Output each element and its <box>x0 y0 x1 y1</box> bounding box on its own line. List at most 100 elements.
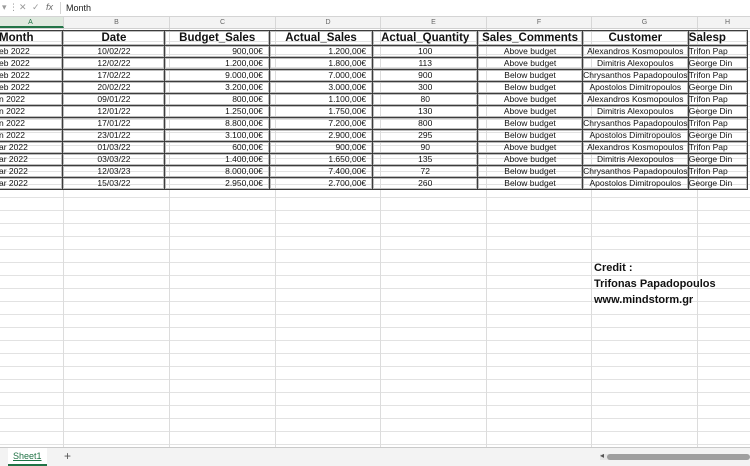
cell-customer[interactable]: Alexandros Kosmopoulos <box>581 45 689 58</box>
cell-budget-sales[interactable]: 3.200,00€ <box>164 81 270 94</box>
cell-salesperson[interactable]: Trifon Pap <box>687 93 749 106</box>
column-header-g[interactable]: G <box>592 17 698 28</box>
cell-customer[interactable]: Dimitris Alexopoulos <box>581 105 689 118</box>
header-cell-date[interactable]: Date <box>62 30 166 46</box>
cell-date[interactable]: 17/02/22 <box>62 69 166 82</box>
cell-actual-quantity[interactable]: 260 <box>372 177 479 190</box>
cell-date[interactable]: 09/01/22 <box>62 93 166 106</box>
cell-actual-quantity[interactable]: 800 <box>372 117 479 130</box>
cell-budget-sales[interactable]: 8.800,00€ <box>164 117 270 130</box>
credit-author[interactable]: Trifonas Papadopoulos <box>594 276 716 292</box>
cell-actual-sales[interactable]: 1.800,00€ <box>268 57 374 70</box>
add-sheet-button[interactable]: + <box>64 449 71 463</box>
cell-customer[interactable]: Chrysanthos Papadopoulos <box>581 117 689 130</box>
cell-actual-quantity[interactable]: 900 <box>372 69 479 82</box>
column-header-f[interactable]: F <box>487 17 592 28</box>
column-header-d[interactable]: D <box>276 17 381 28</box>
cancel-icon[interactable]: ✕ <box>19 2 27 13</box>
header-cell-salesperson[interactable]: Salesp <box>687 30 749 46</box>
cell-actual-quantity[interactable]: 295 <box>372 129 479 142</box>
cell-actual-sales[interactable]: 7.200,00€ <box>268 117 374 130</box>
cell-actual-sales[interactable]: 1.650,00€ <box>268 153 374 166</box>
cell-sales-comments[interactable]: Above budget <box>477 153 583 166</box>
header-cell-sales-comments[interactable]: Sales_Comments <box>477 30 583 46</box>
cell-salesperson[interactable]: George Din <box>687 105 749 118</box>
cell-actual-sales[interactable]: 2.700,00€ <box>268 177 374 190</box>
cell-month[interactable]: eb 2022 <box>0 81 64 94</box>
cell-month[interactable]: n 2022 <box>0 117 64 130</box>
header-cell-actual-quantity[interactable]: Actual_Quantity <box>372 30 479 46</box>
cell-date[interactable]: 12/01/22 <box>62 105 166 118</box>
cell-sales-comments[interactable]: Below budget <box>477 69 583 82</box>
cell-date[interactable]: 20/02/22 <box>62 81 166 94</box>
cell-sales-comments[interactable]: Above budget <box>477 105 583 118</box>
cell-salesperson[interactable]: Trifon Pap <box>687 117 749 130</box>
cell-salesperson[interactable]: Trifon Pap <box>687 45 749 58</box>
cell-salesperson[interactable]: George Din <box>687 57 749 70</box>
cell-customer[interactable]: Apostolos Dimitropoulos <box>581 177 689 190</box>
cell-budget-sales[interactable]: 1.400,00€ <box>164 153 270 166</box>
cell-actual-quantity[interactable]: 113 <box>372 57 479 70</box>
cell-budget-sales[interactable]: 800,00€ <box>164 93 270 106</box>
cell-date[interactable]: 12/02/22 <box>62 57 166 70</box>
header-cell-actual-sales[interactable]: Actual_Sales <box>268 30 374 46</box>
cell-sales-comments[interactable]: Above budget <box>477 45 583 58</box>
cell-salesperson[interactable]: George Din <box>687 129 749 142</box>
cell-actual-quantity[interactable]: 80 <box>372 93 479 106</box>
cell-customer[interactable]: Dimitris Alexopoulos <box>581 57 689 70</box>
more-options-icon[interactable]: ⋮ <box>9 2 18 13</box>
cell-month[interactable]: n 2022 <box>0 93 64 106</box>
cell-date[interactable]: 23/01/22 <box>62 129 166 142</box>
cell-actual-quantity[interactable]: 130 <box>372 105 479 118</box>
column-header-c[interactable]: C <box>170 17 276 28</box>
cell-salesperson[interactable]: George Din <box>687 153 749 166</box>
cell-date[interactable]: 12/03/23 <box>62 165 166 178</box>
cell-actual-sales[interactable]: 1.750,00€ <box>268 105 374 118</box>
cell-actual-quantity[interactable]: 90 <box>372 141 479 154</box>
cell-budget-sales[interactable]: 1.250,00€ <box>164 105 270 118</box>
cell-sales-comments[interactable]: Above budget <box>477 93 583 106</box>
check-icon[interactable]: ✓ <box>32 2 40 13</box>
cell-budget-sales[interactable]: 3.100,00€ <box>164 129 270 142</box>
credit-website[interactable]: www.mindstorm.gr <box>594 292 716 308</box>
cell-sales-comments[interactable]: Below budget <box>477 177 583 190</box>
cell-date[interactable]: 03/03/22 <box>62 153 166 166</box>
function-icon[interactable]: fx <box>46 2 53 13</box>
header-cell-month[interactable]: Month <box>0 30 64 46</box>
cell-budget-sales[interactable]: 8.000,00€ <box>164 165 270 178</box>
cell-customer[interactable]: Alexandros Kosmopoulos <box>581 141 689 154</box>
column-header-h[interactable]: H <box>698 17 750 28</box>
cell-month[interactable]: ar 2022 <box>0 141 64 154</box>
column-header-b[interactable]: B <box>64 17 170 28</box>
cell-sales-comments[interactable]: Above budget <box>477 57 583 70</box>
cell-sales-comments[interactable]: Below budget <box>477 165 583 178</box>
cell-salesperson[interactable]: George Din <box>687 81 749 94</box>
header-cell-budget-sales[interactable]: Budget_Sales <box>164 30 270 46</box>
cell-budget-sales[interactable]: 1.200,00€ <box>164 57 270 70</box>
cell-budget-sales[interactable]: 9.000,00€ <box>164 69 270 82</box>
cell-month[interactable]: eb 2022 <box>0 45 64 58</box>
cell-month[interactable]: n 2022 <box>0 105 64 118</box>
scroll-left-icon[interactable]: ◂ <box>600 451 604 461</box>
cell-customer[interactable]: Chrysanthos Papadopoulos <box>581 69 689 82</box>
name-box-dropdown-icon[interactable]: ▾ <box>2 2 7 13</box>
cell-month[interactable]: ar 2022 <box>0 165 64 178</box>
cell-actual-quantity[interactable]: 300 <box>372 81 479 94</box>
cell-customer[interactable]: Dimitris Alexopoulos <box>581 153 689 166</box>
cell-month[interactable]: ar 2022 <box>0 153 64 166</box>
cell-month[interactable]: ar 2022 <box>0 177 64 190</box>
column-header-e[interactable]: E <box>381 17 487 28</box>
header-cell-customer[interactable]: Customer <box>581 30 689 46</box>
cell-budget-sales[interactable]: 900,00€ <box>164 45 270 58</box>
cell-salesperson[interactable]: Trifon Pap <box>687 69 749 82</box>
cell-actual-sales[interactable]: 3.000,00€ <box>268 81 374 94</box>
cell-sales-comments[interactable]: Below budget <box>477 129 583 142</box>
sheet-tab-sheet1[interactable]: Sheet1 <box>8 448 47 466</box>
cell-actual-sales[interactable]: 2.900,00€ <box>268 129 374 142</box>
cell-actual-sales[interactable]: 7.000,00€ <box>268 69 374 82</box>
cell-actual-quantity[interactable]: 135 <box>372 153 479 166</box>
cell-customer[interactable]: Apostolos Dimitropoulos <box>581 81 689 94</box>
cell-sales-comments[interactable]: Above budget <box>477 141 583 154</box>
cell-actual-sales[interactable]: 1.100,00€ <box>268 93 374 106</box>
cell-sales-comments[interactable]: Below budget <box>477 117 583 130</box>
